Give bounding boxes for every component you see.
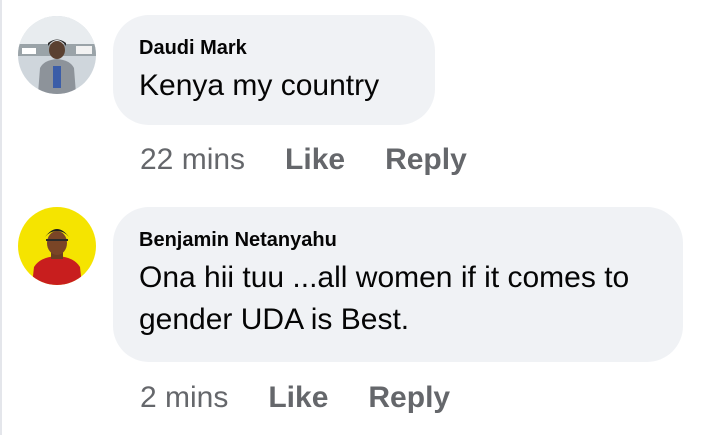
comment-bubble[interactable]: Benjamin Netanyahu Ona hii tuu ...all wo… [113,207,683,362]
comment-author[interactable]: Benjamin Netanyahu [139,227,657,253]
like-button[interactable]: Like [268,381,328,415]
comment-thread: Daudi Mark Kenya my country 22 mins Like… [0,0,720,435]
avatar-photo-icon [18,16,96,94]
comment-timestamp[interactable]: 2 mins [140,381,228,415]
avatar-photo-icon [18,207,96,285]
comment-text: Ona hii tuu ...all women if it comes to … [139,261,630,336]
like-button[interactable]: Like [285,143,345,177]
comment-bubble[interactable]: Daudi Mark Kenya my country [113,15,435,125]
comment-timestamp[interactable]: 22 mins [140,143,245,177]
comment-author[interactable]: Daudi Mark [139,35,409,61]
avatar[interactable] [18,16,96,94]
reply-button[interactable]: Reply [368,381,450,415]
comment-meta: 22 mins Like Reply [140,140,507,180]
reply-button[interactable]: Reply [385,143,467,177]
thread-divider [0,0,2,435]
comment-meta: 2 mins Like Reply [140,378,490,418]
comment-text: Kenya my country [139,69,380,102]
avatar[interactable] [18,207,96,285]
